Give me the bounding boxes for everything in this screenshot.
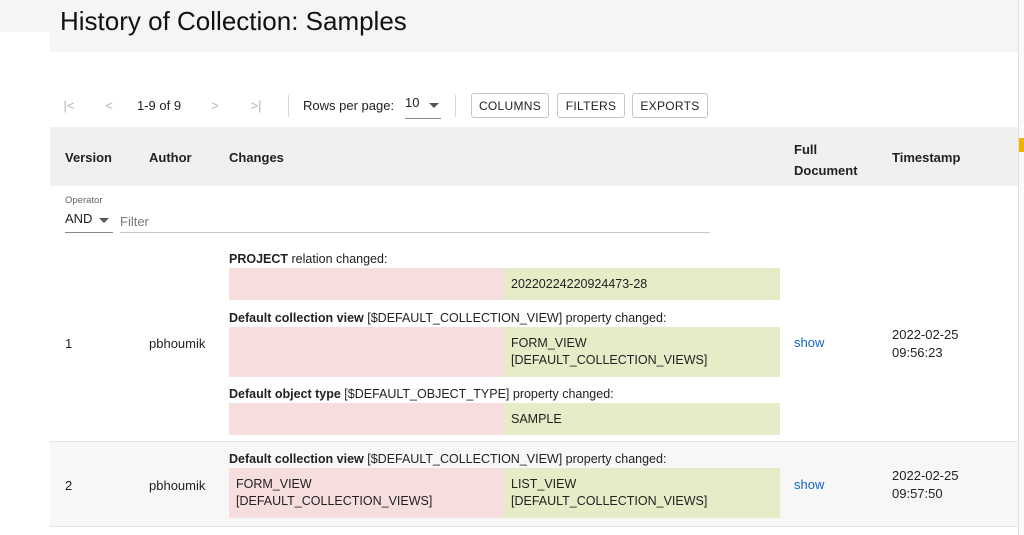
diff-new-value: FORM_VIEW [DEFAULT_COLLECTION_VIEWS] bbox=[504, 327, 780, 377]
diff-new-line: FORM_VIEW bbox=[511, 336, 587, 350]
operator-value: AND bbox=[65, 211, 93, 226]
diff-old-line: FORM_VIEW bbox=[236, 477, 312, 491]
diff-old-value: FORM_VIEW [DEFAULT_COLLECTION_VIEWS] bbox=[229, 468, 504, 518]
right-scroll-edge bbox=[1018, 0, 1024, 535]
change-heading-rest: [$DEFAULT_COLLECTION_VIEW] property chan… bbox=[363, 311, 667, 325]
change-heading-bold: Default collection view bbox=[229, 452, 364, 466]
left-margin bbox=[0, 32, 50, 535]
diff-old-value bbox=[229, 403, 504, 435]
author-cell: pbhoumik bbox=[149, 336, 206, 351]
diff-old-value bbox=[229, 327, 504, 377]
diff-new-line: [DEFAULT_COLLECTION_VIEWS] bbox=[511, 353, 708, 367]
change-heading: PROJECT relation changed: bbox=[229, 252, 387, 266]
change-heading-bold: Default object type bbox=[229, 387, 341, 401]
author-cell: pbhoumik bbox=[149, 478, 206, 493]
filter-row: Operator AND bbox=[50, 186, 1018, 243]
diff-new-value: 20220224220924473-28 bbox=[504, 268, 780, 300]
rows-per-page-select[interactable]: 10 bbox=[405, 92, 441, 119]
timestamp-date: 2022-02-25 bbox=[892, 468, 959, 483]
exports-button[interactable]: EXPORTS bbox=[632, 93, 708, 118]
table-row: 2 pbhoumik Default collection view [$DEF… bbox=[50, 442, 1018, 527]
rows-per-page-label: Rows per page: bbox=[303, 98, 395, 113]
filters-button[interactable]: FILTERS bbox=[557, 93, 625, 118]
change-heading-bold: PROJECT bbox=[229, 252, 289, 266]
column-header-changes[interactable]: Changes bbox=[229, 150, 284, 165]
timestamp-time: 09:57:50 bbox=[892, 486, 943, 501]
show-document-link[interactable]: show bbox=[794, 477, 824, 492]
diff-new-line: LIST_VIEW bbox=[511, 477, 577, 491]
grid-toolbar: |< < 1-9 of 9 > >| Rows per page: 10 COL… bbox=[50, 88, 1018, 124]
toolbar-divider bbox=[288, 95, 289, 117]
change-heading: Default collection view [$DEFAULT_COLLEC… bbox=[229, 311, 666, 325]
rows-per-page-value: 10 bbox=[405, 95, 420, 110]
table-row: 1 pbhoumik PROJECT relation changed: 202… bbox=[50, 242, 1018, 442]
show-document-link[interactable]: show bbox=[794, 335, 824, 350]
operator-label: Operator bbox=[65, 195, 103, 206]
timestamp-cell: 2022-02-25 09:57:50 bbox=[892, 467, 959, 503]
diff-old-line: [DEFAULT_COLLECTION_VIEWS] bbox=[236, 494, 433, 508]
change-heading-rest: [$DEFAULT_OBJECT_TYPE] property changed: bbox=[340, 387, 614, 401]
version-cell: 2 bbox=[65, 478, 73, 493]
page-info: 1-9 of 9 bbox=[137, 98, 182, 113]
chevron-down-icon bbox=[429, 103, 439, 108]
timestamp-date: 2022-02-25 bbox=[892, 327, 959, 342]
diff-new-line: [DEFAULT_COLLECTION_VIEWS] bbox=[511, 494, 708, 508]
change-heading: Default collection view [$DEFAULT_COLLEC… bbox=[229, 452, 666, 466]
operator-select[interactable]: AND bbox=[65, 208, 113, 233]
diff-new-value: SAMPLE bbox=[504, 403, 780, 435]
table-header: Version Author Changes Full Document Tim… bbox=[50, 127, 1018, 186]
timestamp-cell: 2022-02-25 09:56:23 bbox=[892, 326, 959, 362]
diff-new-value: LIST_VIEW [DEFAULT_COLLECTION_VIEWS] bbox=[504, 468, 780, 518]
chevron-down-icon bbox=[99, 218, 109, 223]
change-heading-rest: [$DEFAULT_COLLECTION_VIEW] property chan… bbox=[363, 452, 667, 466]
change-heading: Default object type [$DEFAULT_OBJECT_TYP… bbox=[229, 387, 614, 401]
column-header-version[interactable]: Version bbox=[65, 150, 112, 165]
timestamp-time: 09:56:23 bbox=[892, 345, 943, 360]
column-header-timestamp[interactable]: Timestamp bbox=[892, 150, 960, 165]
version-cell: 1 bbox=[65, 336, 73, 351]
change-heading-bold: Default collection view bbox=[229, 311, 364, 325]
column-header-author[interactable]: Author bbox=[149, 150, 192, 165]
last-page-icon[interactable]: >| bbox=[247, 98, 265, 113]
page-title: History of Collection: Samples bbox=[60, 6, 407, 36]
column-header-full-document-line1: Full bbox=[794, 142, 818, 157]
columns-button[interactable]: COLUMNS bbox=[471, 93, 549, 118]
column-header-full-document[interactable]: Full Document bbox=[794, 139, 858, 181]
next-page-icon[interactable]: > bbox=[206, 98, 224, 113]
toolbar-divider bbox=[455, 95, 456, 117]
diff-old-value bbox=[229, 268, 504, 300]
first-page-icon[interactable]: |< bbox=[60, 98, 78, 113]
column-header-full-document-line2: Document bbox=[794, 163, 858, 178]
change-heading-rest: relation changed: bbox=[288, 252, 388, 266]
right-edge-accent bbox=[1019, 138, 1024, 152]
filter-input[interactable] bbox=[120, 210, 710, 233]
prev-page-icon[interactable]: < bbox=[100, 98, 118, 113]
